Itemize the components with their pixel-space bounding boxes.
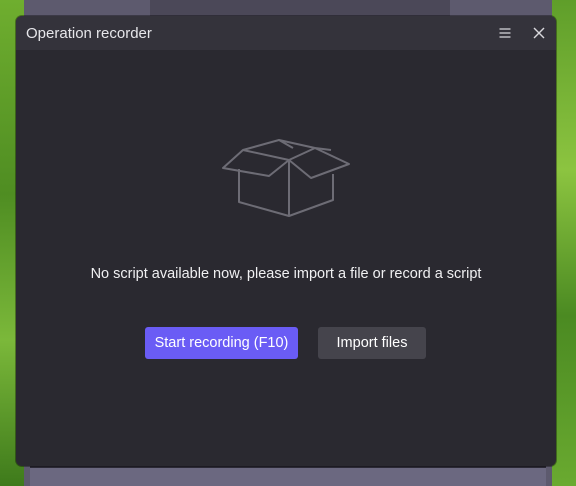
start-recording-button[interactable]: Start recording (F10) <box>145 327 298 359</box>
empty-state-message: No script available now, please import a… <box>90 266 482 282</box>
stone-top-edge <box>150 0 450 16</box>
close-button[interactable] <box>522 16 556 50</box>
close-icon <box>533 27 545 39</box>
hamburger-menu-icon <box>499 28 511 38</box>
recorder-content: No script available now, please import a… <box>16 50 556 466</box>
menu-button[interactable] <box>488 16 522 50</box>
import-files-button[interactable]: Import files <box>318 327 426 359</box>
open-box-icon <box>222 139 350 217</box>
window-title: Operation recorder <box>26 24 152 42</box>
stone-bottom-edge <box>30 466 546 486</box>
titlebar[interactable]: Operation recorder <box>16 16 556 50</box>
operation-recorder-window: Operation recorder No script available n… <box>16 16 556 466</box>
